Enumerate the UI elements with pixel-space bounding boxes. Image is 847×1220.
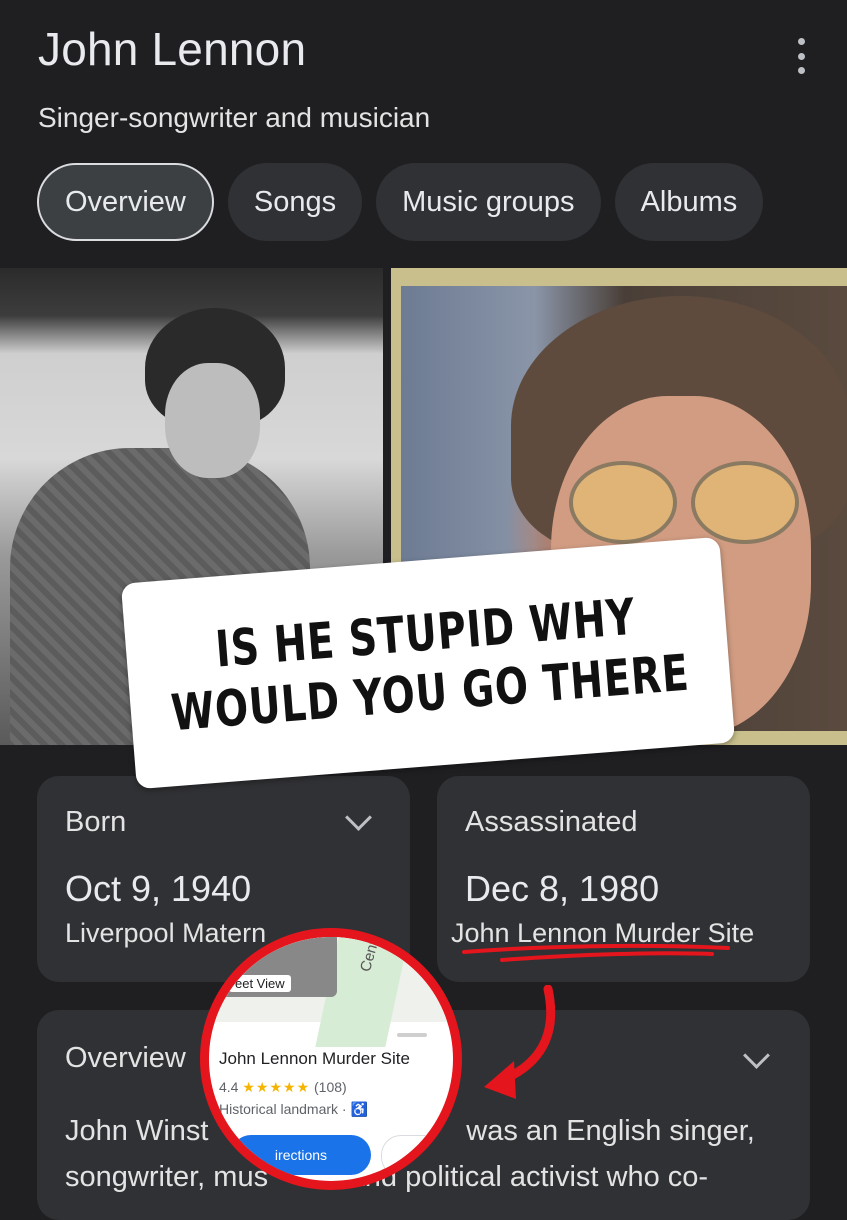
place-title: John Lennon Murder Site [219,1049,410,1068]
secondary-action-button[interactable] [381,1135,453,1177]
tab-bar: Overview Songs Music groups Albums [37,163,764,241]
overview-title: Overview [65,1042,186,1074]
tab-overview[interactable]: Overview [37,163,214,241]
born-date: Oct 9, 1940 [65,868,252,909]
drag-handle[interactable] [397,1033,427,1037]
tab-albums[interactable]: Albums [614,163,764,241]
review-count: (108) [314,1079,347,1095]
directions-button[interactable]: irections [231,1135,371,1175]
glasses-right-lens [691,461,799,544]
place-type: Historical landmark · ♿ [219,1101,368,1118]
page-title: John Lennon [38,23,307,75]
page-subtitle: Singer-songwriter and musician [38,102,431,133]
chevron-down-icon[interactable] [743,1042,770,1069]
place-rating: 4.4 ★★★★★ (108) [219,1079,347,1096]
red-arrow-annotation [484,985,556,1099]
star-icons: ★★★★★ [242,1079,311,1095]
assassinated-label: Assassinated [465,806,638,838]
photo-face-shape [165,363,260,478]
more-vert-icon[interactable] [795,38,807,74]
glasses-left-lens [569,461,677,544]
place-type-label: Historical landmark · [219,1101,347,1117]
street-view-thumbnail[interactable]: eet View [209,937,337,997]
assassinated-date: Dec 8, 1980 [465,868,660,909]
red-underline-annotation [462,943,730,962]
tab-songs[interactable]: Songs [227,163,363,241]
tab-music-groups[interactable]: Music groups [376,163,601,241]
map-popup-highlight-circle: Central eet View John Lennon Murder Site… [200,928,462,1190]
street-view-label: eet View [229,975,291,992]
accessibility-icon: ♿ [350,1101,368,1117]
rating-value: 4.4 [219,1079,239,1095]
born-label: Born [65,806,127,838]
chevron-down-icon[interactable] [345,804,372,831]
